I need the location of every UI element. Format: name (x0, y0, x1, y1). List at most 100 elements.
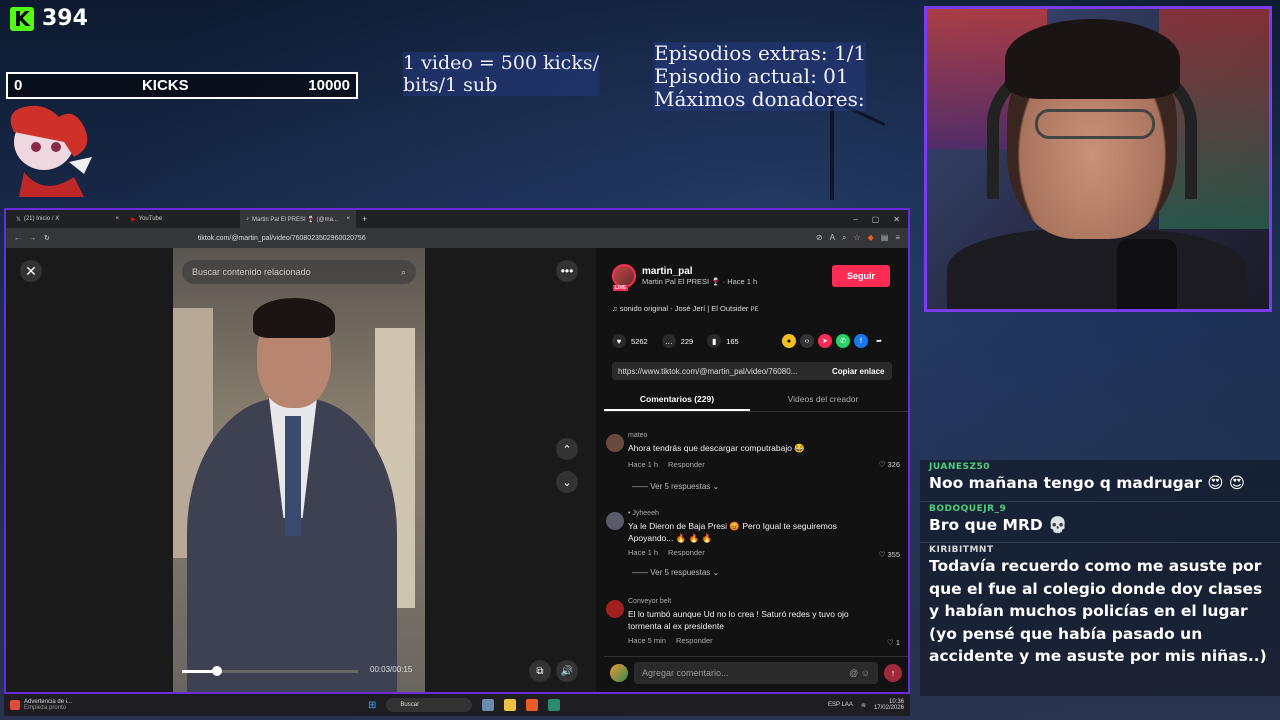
share-icon[interactable]: ➦ (872, 334, 886, 348)
video-hair (253, 298, 335, 338)
author-subline: Martin Pal El PRESI 🍷 · Hace 1 h (642, 277, 757, 286)
comment-item: mateo Ahora tendrás que descargar comput… (604, 432, 908, 502)
author-username[interactable]: martin_pal (642, 266, 757, 277)
video-player[interactable] (173, 248, 425, 692)
chat-text: Bro que MRD 💀 (929, 515, 1068, 534)
reload-icon[interactable]: ↻ (44, 234, 50, 242)
comment-item: Conveyor belt El lo tumbó aunque Ud no l… (604, 598, 908, 654)
view-replies-button[interactable]: ―― Ver 5 respuestas ⌄ (632, 482, 719, 491)
embed-icon[interactable]: ‹› (800, 334, 814, 348)
view-replies-button[interactable]: ―― Ver 5 respuestas ⌄ (632, 568, 719, 577)
comment-like[interactable]: ♡ 355 (879, 550, 900, 559)
copy-link-button[interactable]: Copiar enlace (832, 367, 884, 376)
bookmark-icon[interactable]: ☆ (853, 233, 860, 243)
facebook-icon[interactable]: f (854, 334, 868, 348)
tab-label: Martin Pal El PRESI 🍷 (@ma... (252, 216, 338, 223)
comment-user[interactable]: mateo (628, 432, 647, 439)
related-search-input[interactable]: Buscar contenido relacionado ⌕ (182, 260, 416, 284)
author-avatar[interactable]: LIVE (612, 264, 636, 291)
comment-stat[interactable]: … 229 (661, 334, 693, 348)
comment-avatar[interactable] (606, 434, 624, 452)
previous-video-button[interactable]: ⌃ (556, 438, 578, 460)
next-video-button[interactable]: ⌄ (556, 471, 578, 493)
emoji-icon[interactable]: ☺ (861, 668, 870, 678)
chat-message: BODOQUEJR_9 Bro que MRD 💀 (920, 502, 1280, 543)
close-tab-icon[interactable]: × (346, 216, 350, 222)
menu-icon[interactable]: ≡ (895, 233, 900, 243)
url-field[interactable]: tiktok.com/@martin_pal/video/76080235029… (198, 235, 366, 242)
whatsapp-icon[interactable]: ✆ (836, 334, 850, 348)
brave-shield-icon[interactable]: ◆ (868, 233, 874, 243)
chat-username: JUANESZ50 (929, 462, 991, 472)
tab-comments[interactable]: Comentarios (229) (604, 388, 750, 411)
clock[interactable]: 10:36 17/02/2026 (874, 699, 904, 711)
brave-icon[interactable] (526, 699, 539, 711)
volume-button[interactable]: 🔊 (556, 660, 578, 682)
extension-icon[interactable]: ⊘ (816, 233, 823, 243)
taskbar-search[interactable]: Buscar (386, 698, 473, 712)
notification-sub: Empieza pronto (24, 705, 67, 711)
like-stat[interactable]: ♥ 5262 (612, 334, 648, 348)
episode-current: Episodio actual: 01 (654, 64, 849, 88)
comment-input[interactable]: Agregar comentario... @ ☺ (634, 661, 878, 684)
file-explorer-icon[interactable] (504, 699, 517, 711)
share-link-url[interactable]: https://www.tiktok.com/@martin_pal/video… (618, 367, 824, 376)
comment-avatar[interactable] (606, 512, 624, 530)
tab-x[interactable]: 𝕏 (21) Inicio / X × (10, 210, 125, 228)
video-time: 00:03/00:15 (370, 665, 413, 674)
kicks-min: 0 (14, 77, 23, 94)
minimize-icon[interactable]: – (853, 215, 857, 224)
back-icon[interactable]: ← (14, 235, 21, 242)
mention-icon[interactable]: @ (849, 668, 858, 678)
close-window-icon[interactable]: ✕ (893, 215, 900, 224)
promo-text: 1 video = 500 kicks/ bits/1 sub (403, 52, 599, 96)
app-icon[interactable] (548, 699, 561, 711)
chat-message: JUANESZ50 Noo mañana tengo q madrugar 😍 … (920, 460, 1280, 502)
comment-like[interactable]: ♡ 1 (887, 638, 900, 647)
tab-creator-videos[interactable]: Videos del creador (750, 388, 896, 411)
comment-avatar[interactable] (606, 600, 624, 618)
reply-button[interactable]: Responder (668, 548, 705, 557)
reply-button[interactable]: Responder (668, 460, 705, 469)
send-comment-button[interactable]: ↑ (884, 663, 902, 682)
language-indicator[interactable]: ESP LAA (828, 702, 853, 708)
search-icon[interactable]: ⌕ (401, 267, 406, 278)
save-stat[interactable]: ▮ 165 (707, 334, 739, 348)
forward-icon[interactable]: → (29, 235, 36, 242)
reply-button[interactable]: Responder (676, 636, 713, 645)
author-display-name: Martin Pal El PRESI 🍷 (642, 277, 721, 286)
send-icon[interactable]: ➤ (818, 334, 832, 348)
new-tab-button[interactable]: + (362, 214, 367, 224)
sound-name: sonido original - José Jerí | El Outside… (619, 304, 749, 313)
comment-like-count: 326 (887, 460, 900, 469)
tab-youtube[interactable]: ▶ YouTube (125, 210, 240, 228)
chat-text: Noo mañana tengo q madrugar 😍 😍 (929, 474, 1245, 492)
more-options-button[interactable]: ••• (556, 260, 578, 282)
maximize-icon[interactable]: ▢ (872, 215, 880, 224)
kicks-progress-bar: 0 KICKS 10000 (6, 72, 358, 99)
wallet-icon[interactable]: ▤ (881, 233, 889, 243)
kick-logo-icon: K (10, 6, 34, 31)
widgets-icon[interactable] (482, 699, 495, 711)
pip-button[interactable]: ⧉ (529, 660, 551, 682)
close-tab-icon[interactable]: × (115, 216, 119, 222)
sound-link[interactable]: ♫ sonido original - José Jerí | El Outsi… (612, 304, 759, 313)
zoom-icon[interactable]: ⌕ (842, 233, 846, 243)
coin-icon[interactable]: ● (782, 334, 796, 348)
windows-start-icon[interactable]: ⊞ (368, 700, 376, 711)
video-progress-bar[interactable] (182, 666, 358, 676)
close-video-button[interactable]: ✕ (20, 260, 42, 282)
stats-row: ♥ 5262 … 229 ▮ 165 (612, 334, 739, 348)
comment-input-row: Agregar comentario... @ ☺ ↑ (604, 656, 908, 688)
comment-like[interactable]: ♡ 326 (879, 460, 900, 469)
comment-user[interactable]: • Jyheeeh (628, 510, 659, 517)
tab-tiktok[interactable]: ♪ Martin Pal El PRESI 🍷 (@ma... × (240, 210, 356, 228)
comment-text: Ya le Dieron de Baja Presi 😡 Pero Igual … (628, 521, 837, 543)
wifi-icon[interactable]: ≋ (861, 702, 866, 709)
taskbar-notification[interactable]: Advertencia de i... Empieza pronto (10, 699, 72, 711)
translate-icon[interactable]: A (830, 233, 835, 243)
follow-button[interactable]: Seguir (832, 265, 890, 287)
comment-text: Ahora tendrás que descargar computrabajo… (628, 443, 805, 453)
comment-user[interactable]: Conveyor belt (628, 598, 671, 605)
comment-text: El lo tumbó aunque Ud no lo crea ! Satur… (628, 609, 849, 631)
